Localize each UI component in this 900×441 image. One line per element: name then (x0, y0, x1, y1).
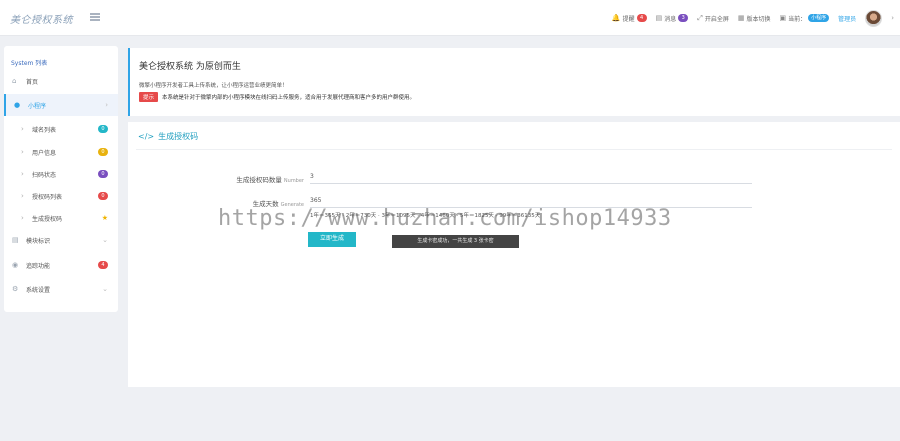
count-label-text: 生成授权码数量 (236, 176, 282, 184)
sidebar: System 列表 ⌂ 首页 ● 小程序 › › 域名列表 0 › 用户信息 0… (4, 46, 118, 312)
current-mode-badge: 小程序 (808, 14, 830, 22)
nav-current-label: 当前： (788, 15, 807, 23)
bell-icon: 🔔 (611, 14, 621, 22)
chevron-right-icon: › (105, 101, 108, 109)
sidebar-item-label: 小程序 (28, 102, 47, 110)
fullscreen-icon: ⤢ (697, 13, 703, 22)
sidebar-subitem-label: 域名列表 (32, 126, 57, 134)
tip-badge: 提示 (139, 92, 159, 102)
chevron-right-icon: › (21, 192, 24, 200)
nav-reminders-label: 提醒 (622, 15, 635, 23)
sidebar-subitem-label: 生成授权码 (32, 215, 63, 223)
generate-button[interactable]: 立即生成 (308, 232, 356, 247)
star-icon: ★ (101, 214, 108, 222)
menu-toggle-icon[interactable] (90, 13, 100, 21)
sidebar-subitem-codes[interactable]: › 授权码列表 0 (4, 185, 118, 207)
sidebar-title: System 列表 (11, 60, 48, 67)
count-badge: 0 (98, 148, 108, 156)
top-bar: 美仑授权系统 🔔 提醒 4 ▤ 消息 3 ⤢ 开启全屏 ▦ 版本切换 ▣ 当前：… (0, 0, 900, 36)
terminal-icon: ▣ (779, 14, 787, 22)
count-input[interactable] (310, 170, 752, 184)
nav-reminders[interactable]: 🔔 提醒 4 (612, 14, 647, 23)
panel-heading: </> 生成授权码 (138, 131, 198, 142)
app-logo[interactable]: 美仑授权系统 (10, 11, 73, 26)
tip-text: 本系统是针对于微擎内部的小程序模块在线扫码上传服务，适合用于发展代理商和客户多的… (162, 95, 416, 101)
divider (136, 149, 892, 150)
sidebar-item-label: 模块标识 (26, 237, 51, 245)
home-icon: ⌂ (12, 77, 17, 85)
chevron-right-icon: › (21, 214, 24, 222)
nav-fullscreen-label: 开启全屏 (704, 15, 729, 23)
count-badge: 0 (98, 170, 108, 178)
user-name[interactable]: 管理员 (838, 14, 856, 23)
reminders-badge: 4 (636, 14, 647, 22)
sidebar-subitem-generate[interactable]: › 生成授权码 ★ (4, 207, 118, 229)
sidebar-subitem-users[interactable]: › 用户信息 0 (4, 141, 118, 163)
nav-version-label: 版本切换 (746, 15, 771, 23)
layout-icon: ▦ (737, 14, 745, 22)
message-icon: ▤ (655, 14, 663, 22)
nav-current-mode[interactable]: ▣ 当前： 小程序 (780, 14, 830, 23)
wechat-icon: ● (14, 101, 21, 109)
sidebar-subitem-scan-status[interactable]: › 扫码状态 0 (4, 163, 118, 185)
panel-heading-label: 生成授权码 (158, 132, 199, 141)
nav-messages-label: 消息 (664, 15, 677, 23)
intro-tip: 提示 本系统是针对于微擎内部的小程序模块在线扫码上传服务，适合用于发展代理商和客… (139, 92, 415, 102)
chevron-down-icon: ⌄ (102, 285, 108, 293)
watermark: https://www.huzhan.com/ishop14933 (218, 206, 672, 231)
track-icon: ◉ (12, 261, 19, 269)
chevron-right-icon: › (21, 170, 24, 178)
nav-fullscreen[interactable]: ⤢ 开启全屏 (697, 14, 729, 23)
messages-badge: 3 (678, 14, 689, 22)
top-nav: 🔔 提醒 4 ▤ 消息 3 ⤢ 开启全屏 ▦ 版本切换 ▣ 当前： 小程序 管理… (612, 8, 894, 28)
count-label-sub: Number (283, 178, 304, 184)
intro-title: 美仑授权系统 为原创而生 (139, 62, 241, 72)
sidebar-item-label: 追踪功能 (26, 262, 51, 270)
chevron-right-icon: › (21, 148, 24, 156)
sidebar-item-home[interactable]: ⌂ 首页 (4, 70, 118, 92)
intro-panel: 美仑授权系统 为原创而生 微擎小程序开发者工具上传系统，让小程序运营业绩更简单！… (128, 48, 900, 116)
count-badge: 4 (98, 261, 108, 269)
module-icon: ▤ (12, 236, 19, 244)
code-icon: </> (138, 132, 155, 141)
sidebar-item-label: 首页 (26, 78, 39, 86)
sidebar-item-label: 系统设置 (26, 286, 51, 294)
chevron-right-icon[interactable]: › (891, 14, 894, 22)
chevron-right-icon: › (21, 125, 24, 133)
sidebar-item-miniprogram[interactable]: ● 小程序 › (4, 94, 118, 116)
settings-icon: ⚙ (12, 285, 19, 293)
chevron-down-icon: ⌄ (102, 236, 108, 244)
avatar[interactable] (865, 9, 883, 27)
sidebar-subitem-domains[interactable]: › 域名列表 0 (4, 118, 118, 140)
success-toast: 生成卡密成功，一共生成 3 张卡密 (392, 235, 519, 248)
count-label: 生成授权码数量 Number (134, 174, 304, 184)
sidebar-item-modules[interactable]: ▤ 模块标识 ⌄ (4, 229, 118, 251)
sidebar-item-tracking[interactable]: ◉ 追踪功能 4 (4, 254, 118, 276)
intro-desc: 微擎小程序开发者工具上传系统，让小程序运营业绩更简单！ (139, 83, 288, 89)
sidebar-item-settings[interactable]: ⚙ 系统设置 ⌄ (4, 278, 118, 300)
count-badge: 0 (98, 192, 108, 200)
sidebar-subitem-label: 扫码状态 (32, 171, 57, 179)
count-badge: 0 (98, 125, 108, 133)
sidebar-subitem-label: 授权码列表 (32, 193, 63, 201)
nav-version-switch[interactable]: ▦ 版本切换 (738, 14, 771, 23)
sidebar-subitem-label: 用户信息 (32, 149, 57, 157)
nav-messages[interactable]: ▤ 消息 3 (656, 14, 689, 23)
generate-panel: </> 生成授权码 生成授权码数量 Number 生成天数 Generate 1… (128, 122, 900, 387)
